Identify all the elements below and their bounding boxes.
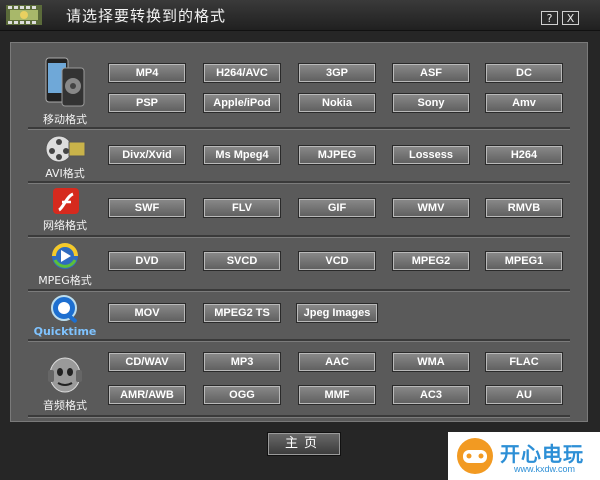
format-button-apple-ipod[interactable]: Apple/iPod xyxy=(203,93,281,113)
format-button-flv[interactable]: FLV xyxy=(203,198,281,218)
close-button[interactable]: X xyxy=(562,11,579,25)
format-button-mmf[interactable]: MMF xyxy=(298,385,376,405)
format-button-dc[interactable]: DC xyxy=(485,63,563,83)
format-button-wma[interactable]: WMA xyxy=(392,352,470,372)
format-button-nokia[interactable]: Nokia xyxy=(298,93,376,113)
converter-window: 请选择要转换到的格式 ? X 移动格式 AVI格式 网络格式 MPEG格式 Qu… xyxy=(0,0,600,480)
format-button-flac[interactable]: FLAC xyxy=(485,352,563,372)
format-button-lossess[interactable]: Lossess xyxy=(392,145,470,165)
row-separator xyxy=(28,339,570,342)
format-button-swf[interactable]: SWF xyxy=(108,198,186,218)
format-button-wmv[interactable]: WMV xyxy=(392,198,470,218)
row-separator xyxy=(28,235,570,238)
format-button-rmvb[interactable]: RMVB xyxy=(485,198,563,218)
row-separator xyxy=(28,181,570,184)
category-label: AVI格式 xyxy=(45,167,85,180)
format-button-aac[interactable]: AAC xyxy=(298,352,376,372)
format-button-amv[interactable]: Amv xyxy=(485,93,563,113)
format-button-3gp[interactable]: 3GP xyxy=(298,63,376,83)
category-quicktime: Quicktime xyxy=(30,294,100,338)
format-button-ogg[interactable]: OGG xyxy=(203,385,281,405)
format-button-ms-mpeg4[interactable]: Ms Mpeg4 xyxy=(203,145,281,165)
category-web: 网络格式 xyxy=(30,186,100,233)
format-button-ac3[interactable]: AC3 xyxy=(392,385,470,405)
watermark-text: 开心电玩 xyxy=(500,442,584,466)
row-separator xyxy=(28,127,570,130)
watermark-url: www.kxdw.com xyxy=(514,464,576,474)
format-button-gif[interactable]: GIF xyxy=(298,198,376,218)
format-button-mov[interactable]: MOV xyxy=(108,303,186,323)
mobile-phone-icon xyxy=(45,57,85,107)
format-button-mp4[interactable]: MP4 xyxy=(108,63,186,83)
format-button-amr-awb[interactable]: AMR/AWB xyxy=(108,385,186,405)
media-player-icon xyxy=(52,243,78,269)
home-button[interactable]: 主页 xyxy=(267,432,341,456)
format-button-jpeg-images[interactable]: Jpeg Images xyxy=(296,303,378,323)
format-button-divx-xvid[interactable]: Divx/Xvid xyxy=(108,145,186,165)
category-audio: 音频格式 xyxy=(30,356,100,413)
game-controller-logo-icon xyxy=(457,438,493,474)
format-button-vcd[interactable]: VCD xyxy=(298,251,376,271)
row-separator xyxy=(28,289,570,292)
category-label: 网络格式 xyxy=(43,219,87,232)
category-label: 音频格式 xyxy=(43,399,87,412)
format-button-h264[interactable]: H264 xyxy=(485,145,563,165)
format-button-mpeg1[interactable]: MPEG1 xyxy=(485,251,563,271)
film-reel-icon xyxy=(45,135,86,163)
format-button-psp[interactable]: PSP xyxy=(108,93,186,113)
category-label: MPEG格式 xyxy=(38,274,92,287)
format-button-mp3[interactable]: MP3 xyxy=(203,352,281,372)
format-button-asf[interactable]: ASF xyxy=(392,63,470,83)
format-button-mjpeg[interactable]: MJPEG xyxy=(298,145,376,165)
category-label: Quicktime xyxy=(33,325,97,338)
format-button-dvd[interactable]: DVD xyxy=(108,251,186,271)
category-mpeg: MPEG格式 xyxy=(30,241,100,288)
format-button-au[interactable]: AU xyxy=(485,385,563,405)
format-button-sony[interactable]: Sony xyxy=(392,93,470,113)
category-label: 移动格式 xyxy=(43,113,87,126)
format-button-svcd[interactable]: SVCD xyxy=(203,251,281,271)
help-button[interactable]: ? xyxy=(541,11,558,25)
format-button-mpeg2[interactable]: MPEG2 xyxy=(392,251,470,271)
category-mobile: 移动格式 xyxy=(30,56,100,127)
category-avi: AVI格式 xyxy=(30,134,100,181)
site-watermark: 开心电玩 www.kxdw.com xyxy=(448,432,600,480)
window-title: 请选择要转换到的格式 xyxy=(66,7,227,25)
format-button-mpeg2-ts[interactable]: MPEG2 TS xyxy=(203,303,281,323)
flash-icon xyxy=(53,188,79,214)
row-separator xyxy=(28,415,570,418)
format-button-cd-wav[interactable]: CD/WAV xyxy=(108,352,186,372)
audio-head-icon xyxy=(48,357,82,393)
quicktime-icon xyxy=(51,295,77,323)
title-bar: 请选择要转换到的格式 ? X xyxy=(0,0,600,31)
format-button-h264-avc[interactable]: H264/AVC xyxy=(203,63,281,83)
film-strip-app-icon xyxy=(6,5,42,25)
